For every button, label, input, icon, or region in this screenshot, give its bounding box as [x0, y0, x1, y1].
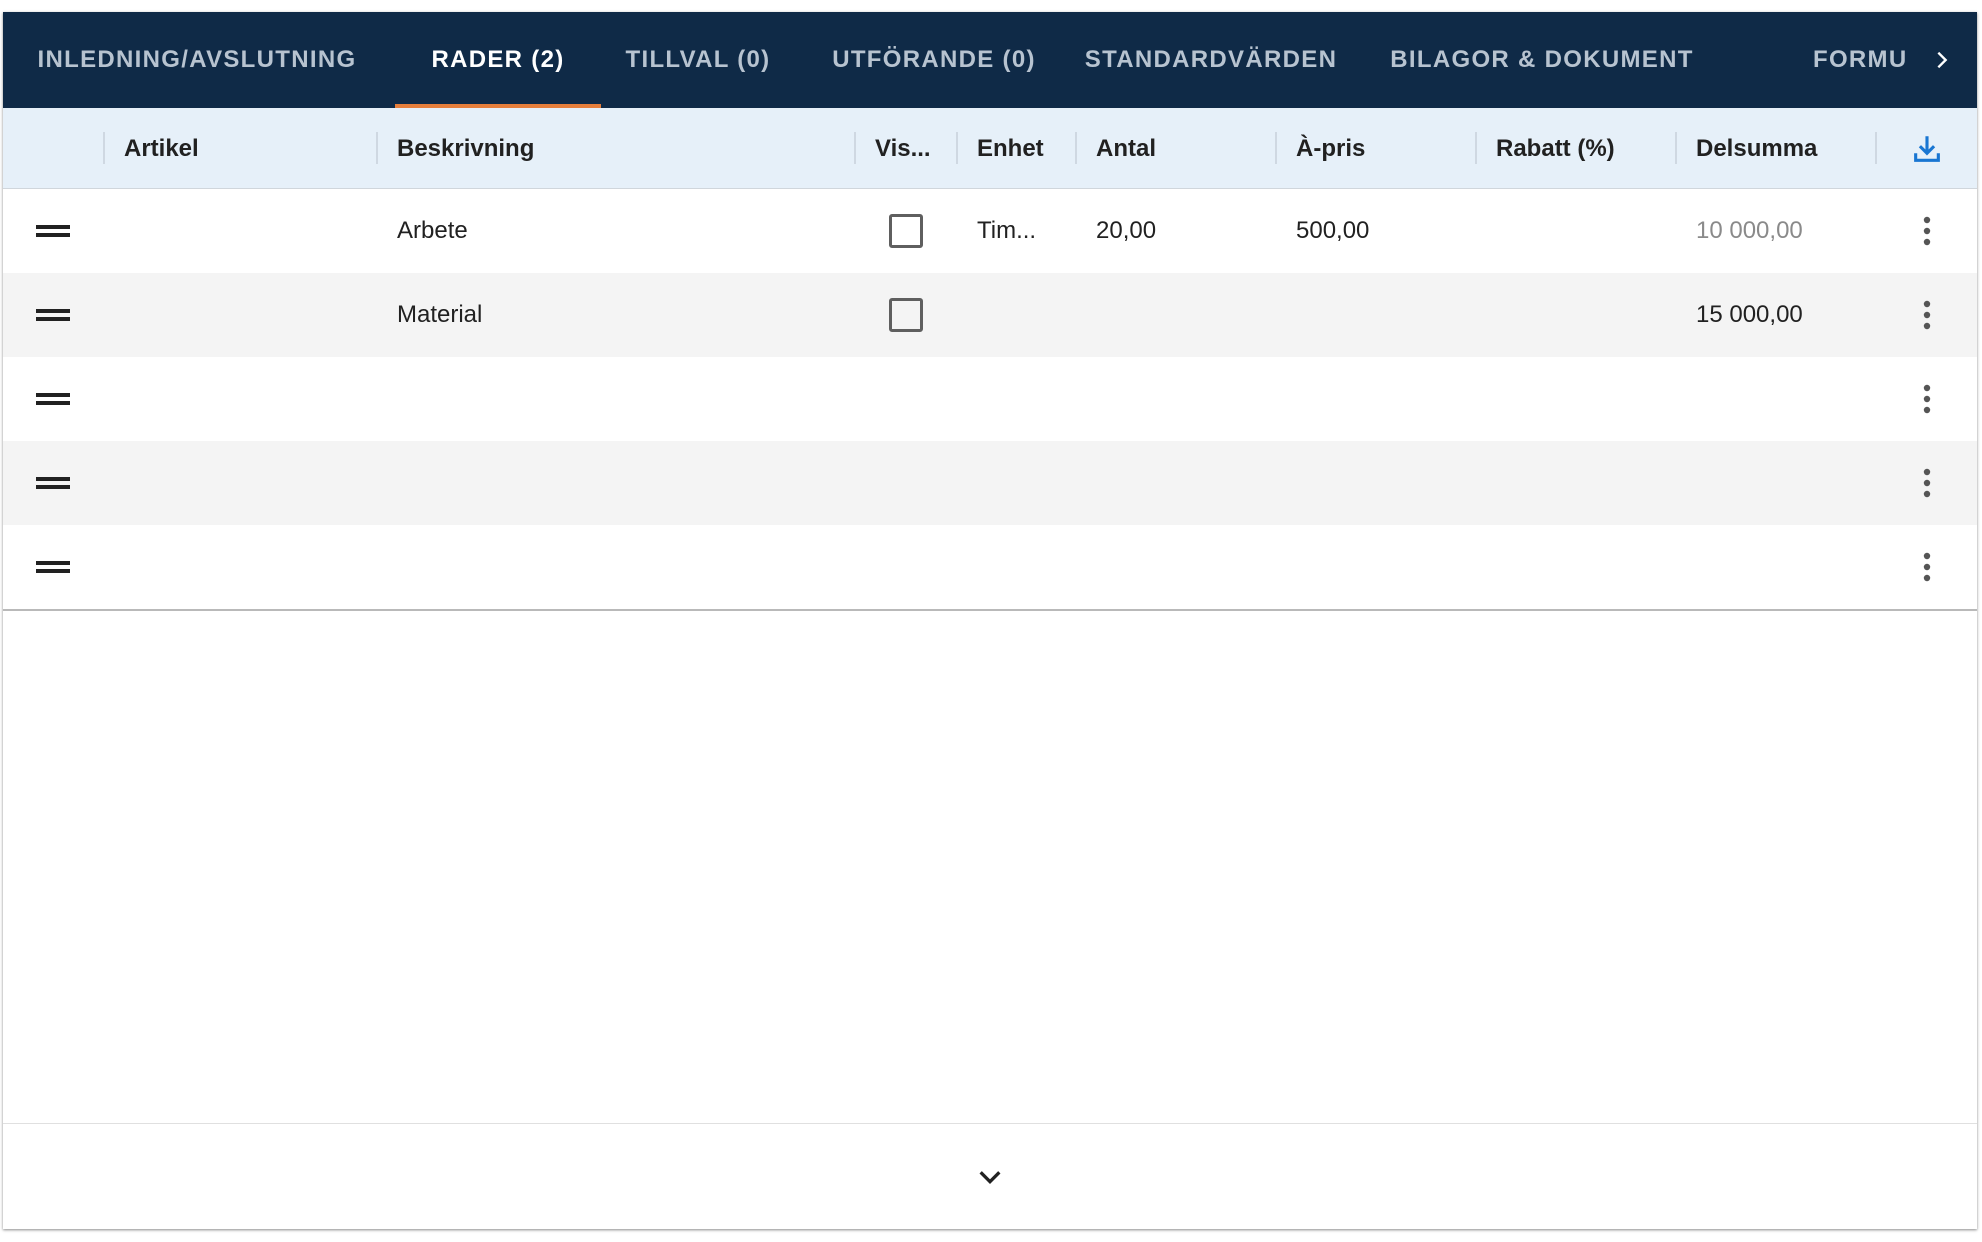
table-bottom-border: [3, 609, 1977, 611]
cell-antal[interactable]: [1076, 441, 1275, 525]
tab-bilagor-dokument[interactable]: BILAGOR & DOKUMENT: [1373, 12, 1711, 108]
drag-handle-icon: [36, 561, 70, 573]
table-header: Artikel Beskrivning Vis... Enhet Antal À…: [3, 108, 1977, 189]
column-header-visa[interactable]: Vis...: [855, 108, 957, 189]
cell-enhet[interactable]: [957, 273, 1075, 357]
cell-enhet[interactable]: [957, 357, 1075, 441]
cell-artikel[interactable]: [104, 357, 376, 441]
cell-antal[interactable]: [1076, 357, 1275, 441]
cell-antal[interactable]: [1076, 525, 1275, 609]
cell-delsumma: 10 000,00: [1696, 217, 1803, 244]
cell-apris[interactable]: 500,00: [1276, 189, 1475, 273]
tab-scroll-right-button[interactable]: [1907, 12, 1977, 108]
cell-rabatt[interactable]: [1476, 441, 1675, 525]
cell-rabatt[interactable]: [1476, 273, 1675, 357]
cell-apris[interactable]: [1276, 525, 1475, 609]
more-vertical-icon: [1923, 300, 1930, 330]
tab-inledning-avslutning[interactable]: INLEDNING/AVSLUTNING: [3, 12, 391, 108]
cell-visa: [855, 189, 957, 273]
tab-standardvarden[interactable]: STANDARDVÄRDEN: [1075, 12, 1347, 108]
more-vertical-icon: [1923, 216, 1930, 246]
cell-beskrivning[interactable]: Material: [377, 273, 854, 357]
column-header-beskrivning[interactable]: Beskrivning: [377, 108, 855, 189]
cell-apris[interactable]: [1276, 441, 1475, 525]
more-vertical-icon: [1923, 468, 1930, 498]
export-button[interactable]: [1876, 108, 1977, 189]
column-header-delsumma[interactable]: Delsumma: [1676, 108, 1876, 189]
cell-enhet[interactable]: [957, 525, 1075, 609]
drag-handle-icon: [36, 477, 70, 489]
table-row: [3, 357, 1977, 441]
drag-handle-icon: [36, 225, 70, 237]
table-row: [3, 441, 1977, 525]
drag-handle[interactable]: [3, 357, 103, 441]
tab-utforande[interactable]: UTFÖRANDE (0): [821, 12, 1047, 108]
row-menu-button[interactable]: [1876, 357, 1977, 441]
download-icon: [1913, 135, 1940, 162]
table-row: Arbete Tim... 20,00 500,00 10 000,00: [3, 189, 1977, 273]
more-vertical-icon: [1923, 384, 1930, 414]
more-vertical-icon: [1923, 552, 1930, 582]
chevron-down-icon: [979, 1170, 1001, 1184]
cell-apris[interactable]: [1276, 273, 1475, 357]
cell-delsumma[interactable]: [1676, 441, 1875, 525]
cell-enhet[interactable]: Tim...: [957, 189, 1075, 273]
cell-antal[interactable]: [1076, 273, 1275, 357]
column-header-enhet[interactable]: Enhet: [957, 108, 1076, 189]
tab-formular[interactable]: FORMU: [1813, 12, 1907, 108]
drag-handle[interactable]: [3, 273, 103, 357]
cell-delsumma[interactable]: [1676, 525, 1875, 609]
column-header-apris[interactable]: À-pris: [1276, 108, 1476, 189]
row-menu-button[interactable]: [1876, 525, 1977, 609]
column-header-antal[interactable]: Antal: [1076, 108, 1276, 189]
expand-button[interactable]: [960, 1147, 1020, 1207]
row-menu-button[interactable]: [1876, 189, 1977, 273]
tab-bar: INLEDNING/AVSLUTNING RADER (2) TILLVAL (…: [3, 12, 1977, 108]
cell-enhet[interactable]: [957, 441, 1075, 525]
cell-beskrivning[interactable]: [377, 357, 854, 441]
column-header-rabatt[interactable]: Rabatt (%): [1476, 108, 1676, 189]
drag-handle[interactable]: [3, 189, 103, 273]
drag-handle-icon: [36, 309, 70, 321]
visa-checkbox[interactable]: [889, 298, 923, 332]
cell-delsumma[interactable]: 15 000,00: [1676, 273, 1875, 357]
row-menu-button[interactable]: [1876, 273, 1977, 357]
cell-delsumma[interactable]: [1676, 357, 1875, 441]
cell-artikel[interactable]: [104, 441, 376, 525]
tab-rader[interactable]: RADER (2): [395, 12, 601, 108]
chevron-right-icon: [1937, 51, 1948, 69]
cell-rabatt[interactable]: [1476, 189, 1675, 273]
column-header-artikel[interactable]: Artikel: [104, 108, 377, 189]
cell-beskrivning[interactable]: [377, 441, 854, 525]
panel-footer: [3, 1123, 1977, 1229]
drag-handle[interactable]: [3, 441, 103, 525]
cell-beskrivning[interactable]: Arbete: [377, 189, 854, 273]
row-menu-button[interactable]: [1876, 441, 1977, 525]
offer-rows-panel: INLEDNING/AVSLUTNING RADER (2) TILLVAL (…: [3, 12, 1977, 1229]
drag-handle-icon: [36, 393, 70, 405]
cell-rabatt[interactable]: [1476, 525, 1675, 609]
drag-handle[interactable]: [3, 525, 103, 609]
cell-apris[interactable]: [1276, 357, 1475, 441]
table-row: Material 15 000,00: [3, 273, 1977, 357]
cell-visa: [855, 273, 957, 357]
cell-rabatt[interactable]: [1476, 357, 1675, 441]
visa-checkbox[interactable]: [889, 214, 923, 248]
cell-artikel[interactable]: [104, 189, 376, 273]
tab-tillval[interactable]: TILLVAL (0): [601, 12, 795, 108]
table-row: [3, 525, 1977, 609]
cell-artikel[interactable]: [104, 525, 376, 609]
cell-beskrivning[interactable]: [377, 525, 854, 609]
cell-artikel[interactable]: [104, 273, 376, 357]
cell-antal[interactable]: 20,00: [1076, 189, 1275, 273]
